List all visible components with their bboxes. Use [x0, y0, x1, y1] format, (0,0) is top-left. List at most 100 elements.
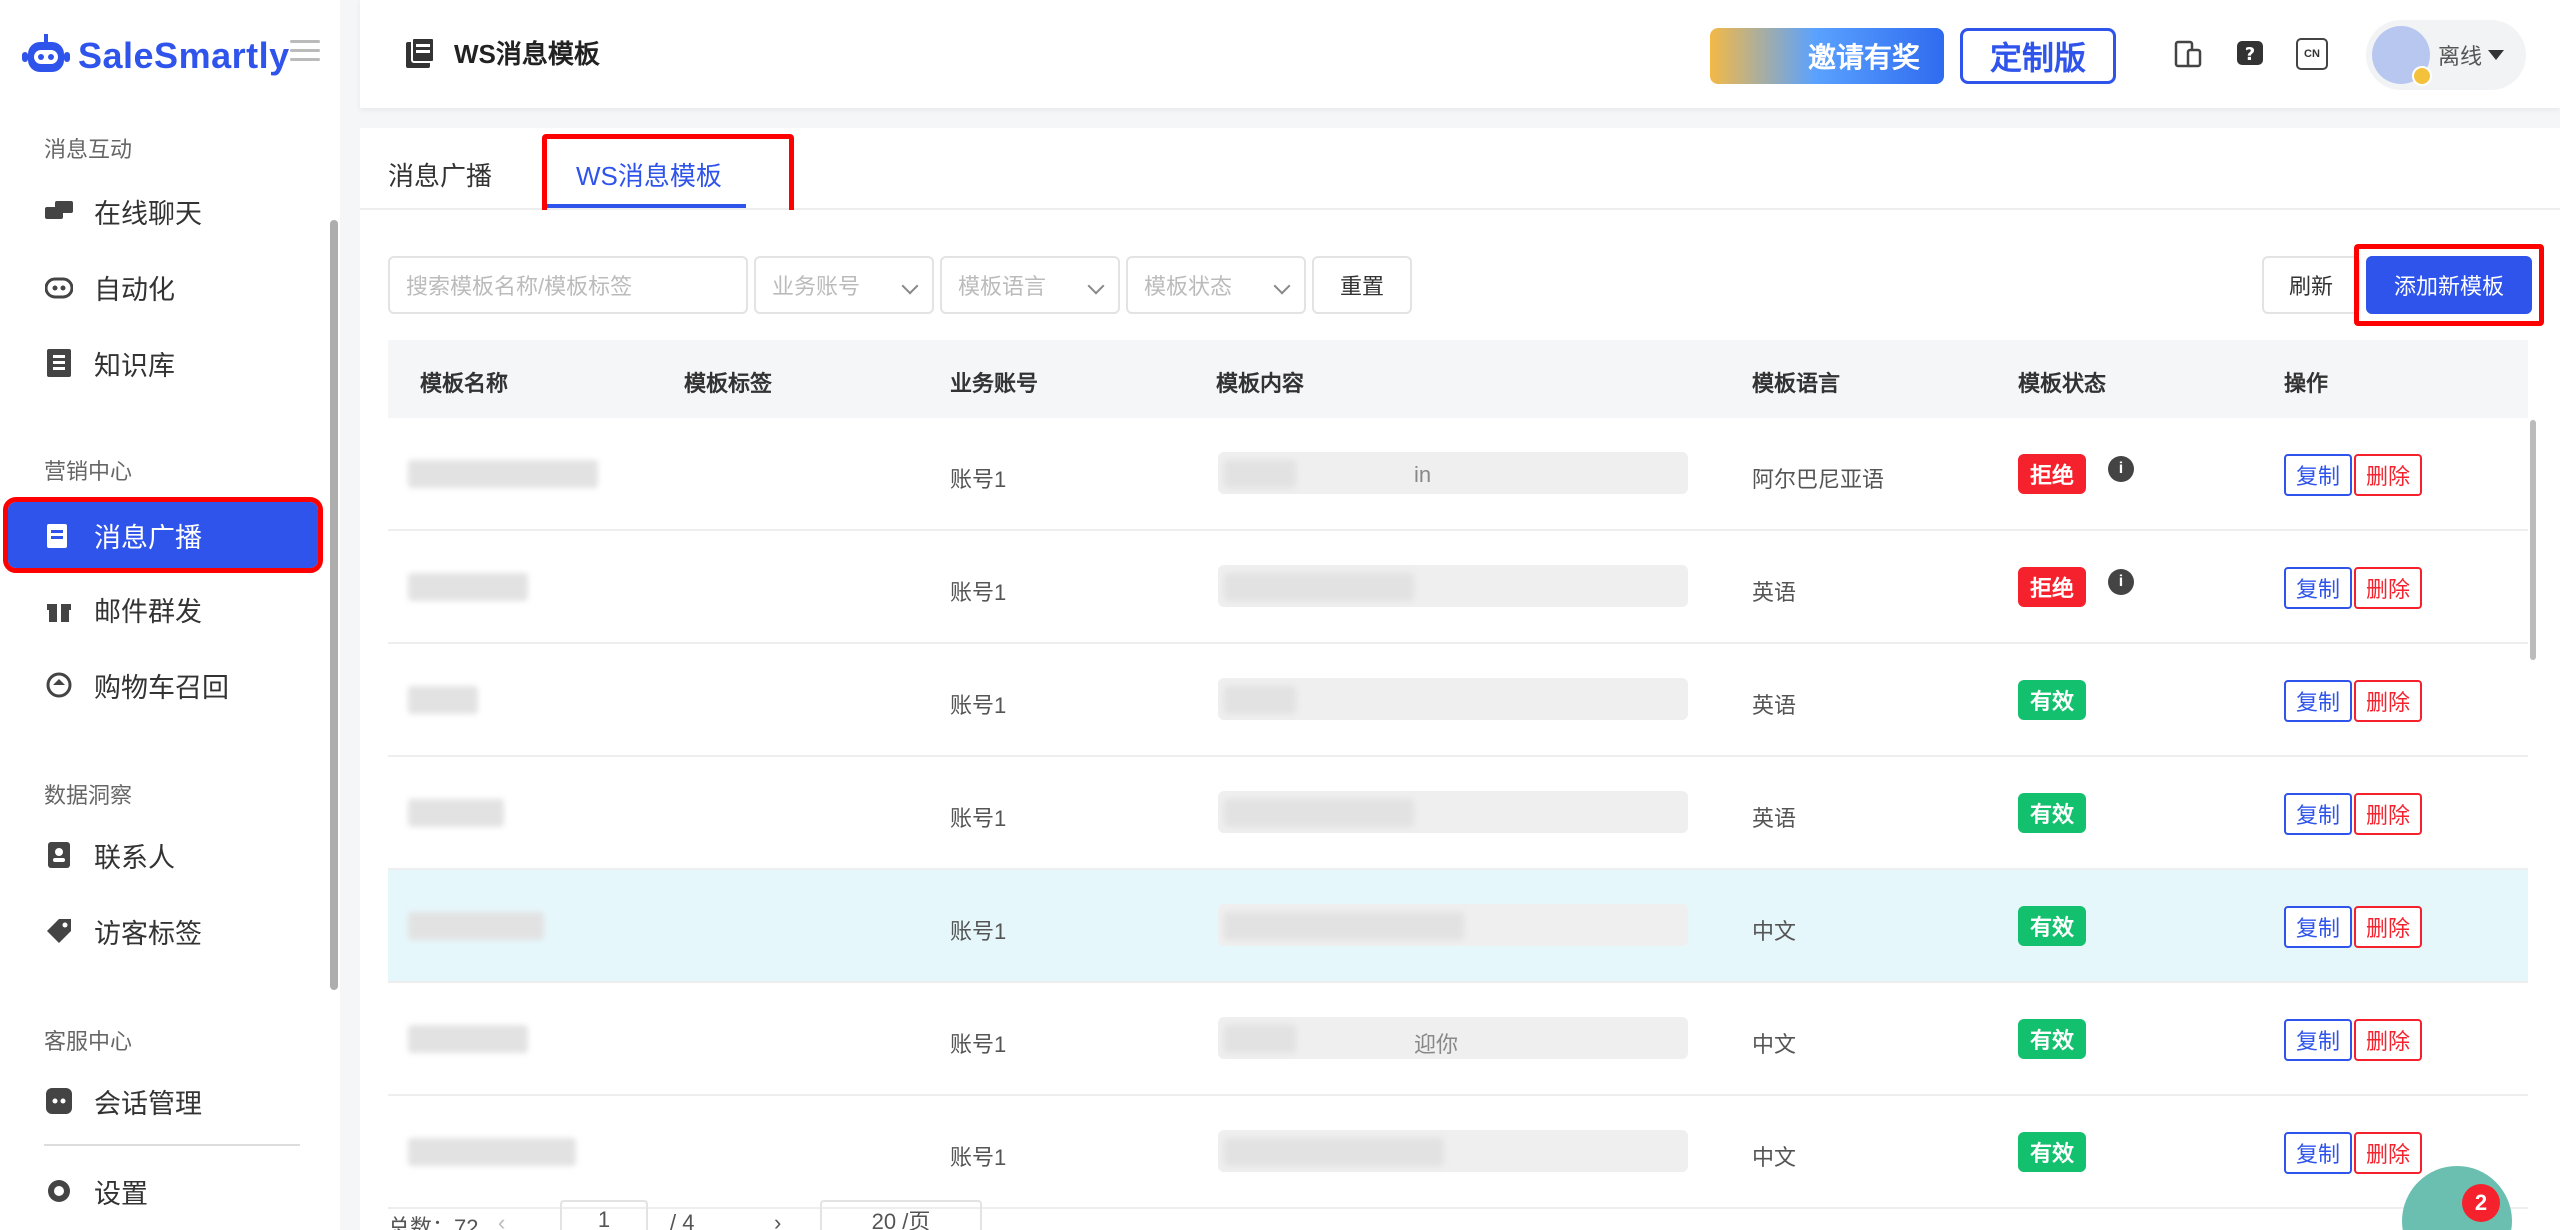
delete-button[interactable]: 删除	[2354, 680, 2423, 722]
account-cell: 账号1	[950, 1032, 1007, 1057]
reset-button[interactable]: 重置	[1312, 256, 1412, 314]
language-cell: 中文	[1752, 1032, 1797, 1057]
chevron-down-icon	[1087, 277, 1105, 295]
sidebar-divider	[44, 1144, 300, 1146]
next-page-icon[interactable]: ›	[774, 1210, 781, 1230]
sidebar-item-label: 消息广播	[94, 522, 202, 553]
table-row[interactable]: 账号1 in 阿尔巴尼亚语 拒绝 i 复制 删除	[388, 418, 2528, 531]
info-icon[interactable]: i	[2108, 569, 2134, 595]
language-select-label: 模板语言	[958, 274, 1047, 299]
status-badge: 有效	[2018, 906, 2087, 946]
table-row[interactable]: 账号1 英语 拒绝 i 复制 删除	[388, 531, 2528, 644]
sidebar-item-label: 设置	[94, 1178, 148, 1209]
copy-button[interactable]: 复制	[2284, 454, 2353, 496]
content-text: 迎你	[1414, 1032, 1459, 1057]
sidebar-item-settings[interactable]: 设置	[8, 1158, 318, 1224]
template-name-redacted	[408, 573, 528, 601]
custom-edition-button[interactable]: 定制版	[1960, 28, 2116, 84]
account-cell: 账号1	[950, 693, 1007, 718]
tab-bar: 消息广播 WS消息模板	[360, 128, 2560, 222]
table-scrollbar[interactable]	[2530, 420, 2536, 660]
sidebar-item-label: 购物车召回	[94, 672, 229, 703]
page-title: WS消息模板	[404, 34, 600, 71]
copy-button[interactable]: 复制	[2284, 793, 2353, 835]
avatar	[2372, 26, 2432, 86]
help-icon[interactable]: ?	[2234, 38, 2266, 70]
user-status-menu[interactable]: 离线	[2366, 20, 2526, 90]
template-name-redacted	[408, 460, 598, 488]
group-label-marketing: 营销中心	[44, 459, 133, 484]
group-label-service: 客服中心	[44, 1029, 133, 1054]
tab-broadcast[interactable]: 消息广播	[388, 156, 492, 193]
delete-button[interactable]: 删除	[2354, 906, 2423, 948]
content-redacted	[1224, 799, 1414, 827]
sidebar-item-email[interactable]: 邮件群发	[8, 576, 318, 642]
account-cell: 账号1	[950, 467, 1007, 492]
language-icon[interactable]: CN	[2296, 38, 2328, 70]
table-row[interactable]: 账号1 英语 有效 复制 删除	[388, 644, 2528, 757]
invite-reward-banner[interactable]: 邀请有奖	[1710, 28, 1944, 84]
content-text: in	[1414, 462, 1432, 487]
table-row[interactable]: 账号1 迎你 中文 有效 复制 删除	[388, 983, 2528, 1096]
content-redacted	[1224, 1025, 1296, 1053]
collapse-menu-icon[interactable]	[290, 40, 320, 64]
status-badge: 拒绝	[2018, 454, 2087, 494]
status-select[interactable]: 模板状态	[1126, 256, 1306, 314]
sidebar-scrollbar[interactable]	[330, 220, 338, 990]
robot-icon	[44, 272, 74, 302]
table-row[interactable]: 账号1 英语 有效 复制 删除	[388, 757, 2528, 870]
table-row[interactable]: 账号1 中文 有效 复制 删除	[388, 1096, 2528, 1209]
search-input[interactable]: 搜索模板名称/模板标签	[388, 256, 748, 314]
delete-button[interactable]: 删除	[2354, 454, 2423, 496]
delete-button[interactable]: 删除	[2354, 567, 2423, 609]
template-name-redacted	[408, 1025, 528, 1053]
content-redacted	[1224, 912, 1464, 940]
sidebar-item-label: 会话管理	[94, 1088, 202, 1119]
copy-button[interactable]: 复制	[2284, 1132, 2353, 1174]
group-label-interaction: 消息互动	[44, 137, 133, 162]
table-body: 账号1 in 阿尔巴尼亚语 拒绝 i 复制 删除 账号1 英语 拒绝 i 复制 删除 账号1 英语 有效 复制删…	[388, 418, 2528, 1209]
sidebar-item-knowledge-base[interactable]: 知识库	[8, 330, 318, 396]
sidebar-item-contacts[interactable]: 联系人	[8, 822, 318, 888]
account-cell: 账号1	[950, 806, 1007, 831]
svg-text:?: ?	[2245, 44, 2255, 65]
copy-button[interactable]: 复制	[2284, 906, 2353, 948]
table-row[interactable]: 账号1 中文 有效 复制 删除	[388, 870, 2528, 983]
delete-button[interactable]: 删除	[2354, 1132, 2423, 1174]
delete-button[interactable]: 删除	[2354, 793, 2423, 835]
col-content: 模板内容	[1216, 371, 1305, 396]
copy-button[interactable]: 复制	[2284, 567, 2353, 609]
robot-logo-icon	[22, 34, 70, 72]
sidebar-item-automation[interactable]: 自动化	[8, 254, 318, 320]
chevron-down-icon	[901, 277, 919, 295]
contact-icon	[44, 840, 74, 870]
delete-button[interactable]: 删除	[2354, 1019, 2423, 1061]
sidebar-item-live-chat[interactable]: 在线聊天	[8, 178, 318, 244]
copy-button[interactable]: 复制	[2284, 680, 2353, 722]
template-icon	[406, 36, 435, 68]
device-icon[interactable]	[2172, 38, 2204, 70]
invite-label: 邀请有奖	[1807, 42, 1920, 73]
language-cell: 中文	[1752, 1145, 1797, 1170]
language-select[interactable]: 模板语言	[940, 256, 1120, 314]
page-input[interactable]: 1	[560, 1200, 648, 1230]
sidebar-item-cart-recall[interactable]: 购物车召回	[8, 652, 318, 718]
sidebar-item-visitor-tags[interactable]: 访客标签	[8, 898, 318, 964]
chat-unread-badge: 2	[2462, 1184, 2500, 1222]
content-redacted	[1224, 573, 1414, 601]
status-badge: 有效	[2018, 1019, 2087, 1059]
col-language: 模板语言	[1752, 371, 1841, 396]
sidebar-item-broadcast[interactable]: 消息广播	[3, 497, 323, 573]
sidebar-item-sessions[interactable]: 会话管理	[8, 1068, 318, 1134]
template-table: 模板名称 模板标签 业务账号 模板内容 模板语言 模板状态 操作 账号1 in 阿尔…	[388, 340, 2528, 1209]
page-size-select[interactable]: 20 /页	[820, 1200, 982, 1230]
info-icon[interactable]: i	[2108, 456, 2134, 482]
prev-page-icon[interactable]: ‹	[498, 1210, 505, 1230]
col-status: 模板状态	[2018, 371, 2107, 396]
user-status: 离线	[2438, 44, 2483, 69]
copy-button[interactable]: 复制	[2284, 1019, 2353, 1061]
refresh-button[interactable]: 刷新	[2262, 256, 2360, 314]
account-select[interactable]: 业务账号	[754, 256, 934, 314]
logo[interactable]: SaleSmartly	[20, 28, 290, 84]
highlight-box	[542, 134, 794, 222]
